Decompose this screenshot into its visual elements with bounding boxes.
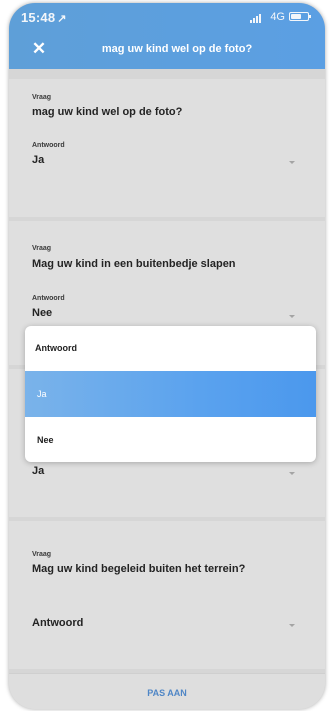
answer-dropdown: Antwoord Ja Nee	[25, 326, 316, 462]
submit-button[interactable]: PAS AAN	[9, 688, 325, 698]
answer-select[interactable]: Ja	[32, 465, 44, 477]
answer-select[interactable]: Nee	[32, 307, 52, 319]
option-label: Nee	[37, 435, 54, 445]
question-card: Vraag Mag uw kind begeleid buiten het te…	[9, 521, 325, 669]
question-text: Mag uw kind begeleid buiten het terrein?	[32, 563, 246, 575]
answer-select[interactable]: Antwoord	[32, 617, 83, 629]
option-label: Ja	[37, 389, 47, 399]
location-arrow-icon: ↗	[57, 13, 67, 25]
network-type: 4G	[270, 11, 285, 23]
chevron-down-icon[interactable]	[289, 624, 295, 627]
close-button[interactable]: ✕	[29, 39, 49, 59]
footer-bar: PAS AAN	[9, 673, 325, 709]
signal-icon	[250, 14, 261, 23]
answer-select[interactable]: Ja	[32, 154, 44, 166]
dropdown-title: Antwoord	[35, 343, 77, 353]
chevron-down-icon[interactable]	[289, 161, 295, 164]
question-label: Vraag	[32, 94, 52, 101]
question-card: Vraag mag uw kind wel op de foto? Antwoo…	[9, 79, 325, 217]
question-text: mag uw kind wel op de foto?	[32, 106, 183, 118]
chevron-down-icon[interactable]	[289, 315, 295, 318]
status-time-text: 15:48	[21, 10, 56, 25]
answer-label: Antwoord	[32, 295, 65, 302]
page-title: mag uw kind wel op de foto?	[101, 43, 253, 55]
question-text: Mag uw kind in een buitenbedje slapen	[32, 258, 236, 270]
status-bar: 15:48 ↗ 4G	[9, 3, 325, 29]
question-label: Vraag	[32, 245, 52, 252]
answer-label: Antwoord	[32, 142, 65, 149]
question-label: Vraag	[32, 551, 52, 558]
battery-icon	[289, 12, 311, 21]
status-time: 15:48 ↗	[21, 10, 67, 25]
dropdown-option-nee[interactable]: Nee	[25, 417, 316, 462]
chevron-down-icon[interactable]	[289, 472, 295, 475]
app-header: 15:48 ↗ 4G ✕ mag uw kind wel op de foto?	[9, 3, 325, 69]
dropdown-option-ja[interactable]: Ja	[25, 371, 316, 417]
